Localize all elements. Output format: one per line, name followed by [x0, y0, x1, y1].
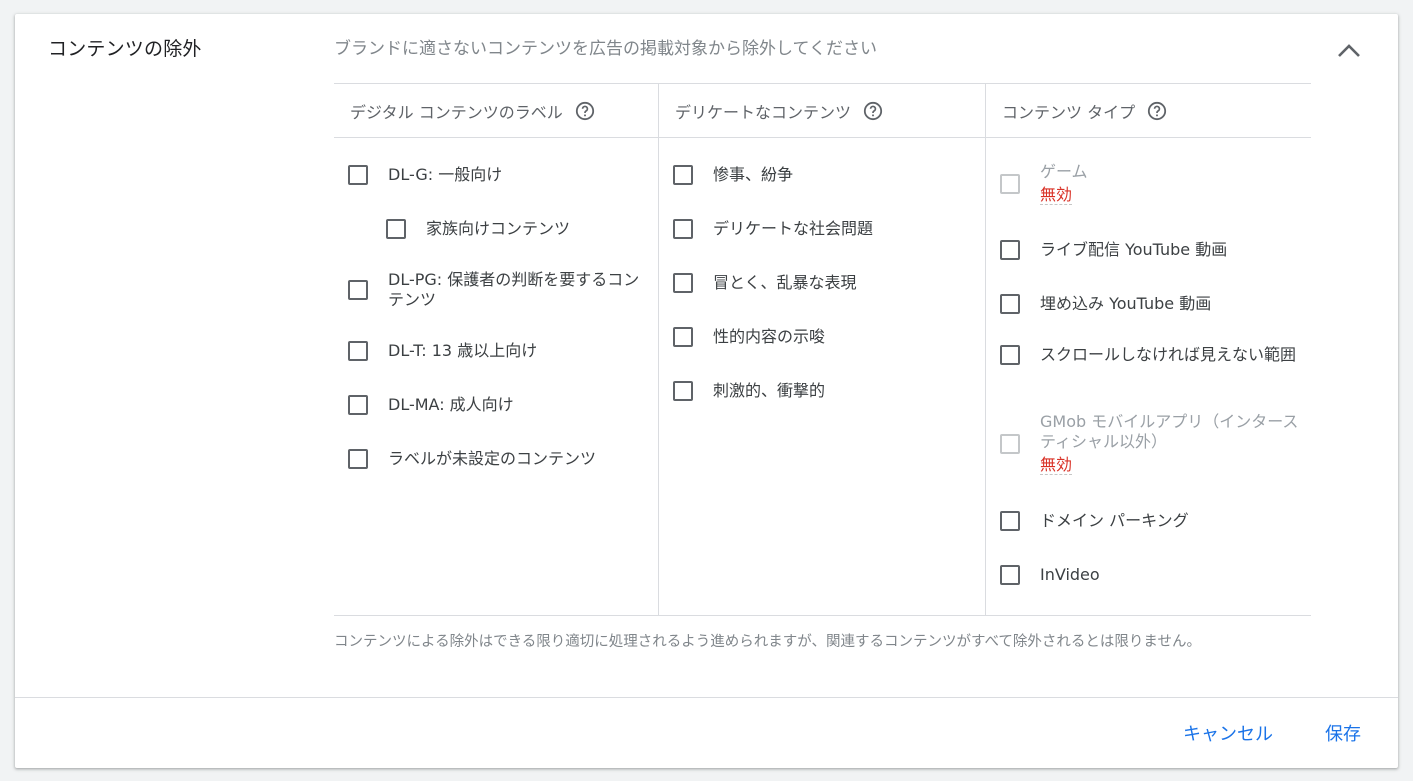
- column-digital-labels: デジタル コンテンツのラベル DL-G: 一般向け 家族向けコンテンツ DL-P…: [334, 84, 659, 615]
- checkbox[interactable]: [1000, 565, 1020, 585]
- option-label: DL-MA: 成人向け: [388, 395, 514, 414]
- option-label: GMob モバイルアプリ（インタースティシャル以外）: [1040, 412, 1299, 451]
- option-label: 性的内容の示唆: [713, 327, 826, 346]
- option-label: ラベルが未設定のコンテンツ: [388, 449, 597, 468]
- checkbox[interactable]: [673, 219, 693, 239]
- option-sexually-suggestive[interactable]: 性的内容の示唆: [673, 327, 977, 347]
- option-dl-t[interactable]: DL-T: 13 歳以上向け: [348, 341, 650, 361]
- option-label: 家族向けコンテンツ: [426, 219, 571, 238]
- section-title: コンテンツの除外: [48, 38, 202, 60]
- checkbox[interactable]: [673, 273, 693, 293]
- option-label: デリケートな社会問題: [713, 219, 874, 238]
- column-header-label: デジタル コンテンツのラベル: [350, 102, 563, 122]
- checkbox[interactable]: [348, 165, 368, 185]
- checkbox[interactable]: [1000, 240, 1020, 260]
- option-label: 惨事、紛争: [713, 165, 794, 184]
- divider: [15, 697, 1398, 698]
- option-text: GMob モバイルアプリ（インタースティシャル以外） 無効: [1040, 412, 1303, 475]
- chevron-up-icon: [1338, 44, 1360, 57]
- option-family[interactable]: 家族向けコンテンツ: [386, 219, 650, 239]
- column-header-label: デリケートなコンテンツ: [675, 102, 852, 122]
- column-header: コンテンツ タイプ: [986, 84, 1311, 138]
- column-header-label: コンテンツ タイプ: [1002, 102, 1136, 122]
- column-sensitive-content: デリケートなコンテンツ 惨事、紛争 デリケートな社会問題 冒とく、乱暴な表現 性…: [659, 84, 986, 615]
- option-profanity[interactable]: 冒とく、乱暴な表現: [673, 273, 977, 293]
- option-live-youtube[interactable]: ライブ配信 YouTube 動画: [1000, 240, 1303, 260]
- option-social-issues[interactable]: デリケートな社会問題: [673, 219, 977, 239]
- option-embedded-youtube[interactable]: 埋め込み YouTube 動画: [1000, 294, 1303, 314]
- status-invalid[interactable]: 無効: [1040, 186, 1073, 205]
- help-icon[interactable]: [1147, 101, 1167, 121]
- checkbox[interactable]: [673, 165, 693, 185]
- option-text: ゲーム 無効: [1040, 162, 1088, 205]
- option-label: 冒とく、乱暴な表現: [713, 273, 857, 292]
- checkbox[interactable]: [348, 341, 368, 361]
- exclusion-grid: デジタル コンテンツのラベル DL-G: 一般向け 家族向けコンテンツ DL-P…: [334, 83, 1311, 616]
- checkbox-disabled: [1000, 173, 1020, 194]
- column-header: デジタル コンテンツのラベル: [334, 84, 658, 138]
- option-below-fold[interactable]: スクロールしなければ見えない範囲: [1000, 345, 1303, 365]
- option-dl-g[interactable]: DL-G: 一般向け: [348, 165, 650, 185]
- checkbox[interactable]: [348, 280, 368, 300]
- option-games: ゲーム 無効: [1000, 162, 1303, 205]
- option-unlabeled[interactable]: ラベルが未設定のコンテンツ: [348, 449, 650, 469]
- checkbox[interactable]: [1000, 294, 1020, 314]
- option-label: ゲーム: [1040, 162, 1088, 181]
- help-icon[interactable]: [863, 101, 883, 121]
- save-button[interactable]: 保存: [1325, 720, 1361, 746]
- option-label: スクロールしなければ見えない範囲: [1040, 345, 1297, 364]
- option-label: DL-G: 一般向け: [388, 165, 503, 184]
- option-label: DL-PG: 保護者の判断を要するコンテンツ: [388, 270, 640, 309]
- checkbox[interactable]: [673, 381, 693, 401]
- option-label: DL-T: 13 歳以上向け: [388, 341, 538, 360]
- checkbox[interactable]: [348, 449, 368, 469]
- option-gmob: GMob モバイルアプリ（インタースティシャル以外） 無効: [1000, 412, 1303, 475]
- option-dl-pg[interactable]: DL-PG: 保護者の判断を要するコンテンツ: [348, 270, 650, 310]
- option-tragedy-conflict[interactable]: 惨事、紛争: [673, 165, 977, 185]
- checkbox[interactable]: [1000, 345, 1020, 365]
- column-header: デリケートなコンテンツ: [659, 84, 985, 138]
- checkbox-disabled: [1000, 433, 1020, 454]
- option-parked-domains[interactable]: ドメイン パーキング: [1000, 511, 1303, 531]
- option-shocking[interactable]: 刺激的、衝撃的: [673, 381, 977, 401]
- checkbox[interactable]: [386, 219, 406, 239]
- option-label: 刺激的、衝撃的: [713, 381, 826, 400]
- collapse-button[interactable]: [1333, 36, 1365, 64]
- option-label: ライブ配信 YouTube 動画: [1040, 240, 1228, 259]
- help-icon[interactable]: [575, 101, 595, 121]
- checkbox[interactable]: [348, 395, 368, 415]
- option-label: ドメイン パーキング: [1040, 511, 1189, 530]
- content-exclusion-card: コンテンツの除外 ブランドに適さないコンテンツを広告の掲載対象から除外してくださ…: [15, 14, 1398, 768]
- footnote: コンテンツによる除外はできる限り適切に処理されるよう進められますが、関連するコン…: [334, 634, 1201, 650]
- status-invalid[interactable]: 無効: [1040, 456, 1073, 475]
- column-content-type: コンテンツ タイプ ゲーム 無効 ライブ配信 YouTube 動画 埋め込み Y…: [986, 84, 1311, 615]
- cancel-button[interactable]: キャンセル: [1183, 720, 1273, 746]
- option-dl-ma[interactable]: DL-MA: 成人向け: [348, 395, 650, 415]
- option-label: InVideo: [1040, 565, 1100, 584]
- option-label: 埋め込み YouTube 動画: [1040, 294, 1212, 313]
- checkbox[interactable]: [1000, 511, 1020, 531]
- section-subtitle: ブランドに適さないコンテンツを広告の掲載対象から除外してください: [334, 39, 877, 59]
- option-invideo[interactable]: InVideo: [1000, 565, 1303, 585]
- checkbox[interactable]: [673, 327, 693, 347]
